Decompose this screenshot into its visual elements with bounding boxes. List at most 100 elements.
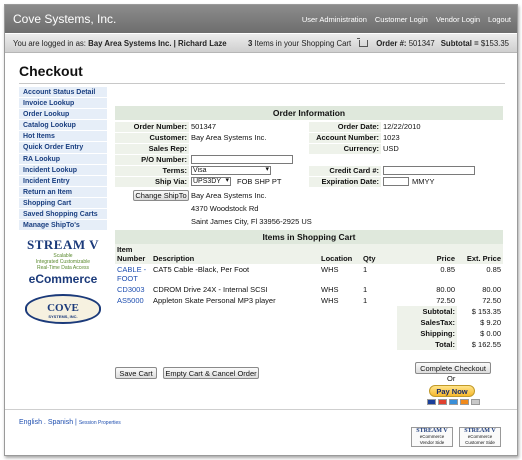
sidebar-item-incident-lookup[interactable]: Incident Lookup <box>19 164 107 176</box>
save-cart-button[interactable]: Save Cart <box>115 367 157 379</box>
credit-card-label: Credit Card #: <box>309 166 381 176</box>
order-information-header: Order Information <box>115 106 503 120</box>
shopping-cart-icon[interactable] <box>357 38 369 47</box>
title-divider <box>19 83 505 84</box>
po-number-label: P/O Number: <box>115 155 189 165</box>
sidebar-item-account-status-detail[interactable]: Account Status Detail <box>19 87 107 99</box>
spanish-link[interactable]: Spanish <box>48 419 73 426</box>
shipping-row: Shipping: $ 0.00 <box>115 328 503 339</box>
vendor-badge-role: Vendor Side <box>419 440 445 445</box>
or-text: Or <box>447 374 456 383</box>
sidebar-item-order-lookup[interactable]: Order Lookup <box>19 109 107 121</box>
sidebar-item-hot-items[interactable]: Hot Items <box>19 131 107 143</box>
item-qty: 1 <box>363 265 368 274</box>
login-status: You are logged in as: Bay Area Systems I… <box>13 39 227 48</box>
nav-logout[interactable]: Logout <box>488 15 511 24</box>
sidebar-item-return-an-item[interactable]: Return an Item <box>19 186 107 198</box>
order-number-label: Order #: <box>376 39 407 48</box>
logged-in-prefix: You are logged in as: <box>13 39 86 48</box>
stream-v-tagline-3: Real-Time Data Access <box>36 265 90 272</box>
table-row: AS5000 Appleton Skate Personal MP3 playe… <box>115 295 503 306</box>
empty-cart-button[interactable]: Empty Cart & Cancel Order <box>163 367 259 379</box>
item-location: WHS <box>321 296 339 305</box>
change-shipto-button[interactable]: Change ShipTo <box>133 190 189 201</box>
english-link[interactable]: English <box>19 419 42 426</box>
col-price: Price <box>397 244 457 264</box>
cart-text[interactable]: Items in your Shopping Cart <box>255 39 352 48</box>
item-description: CAT5 Cable -Black, Per Foot <box>153 265 250 274</box>
credit-card-input[interactable] <box>383 166 475 175</box>
item-number-link[interactable]: AS5000 <box>115 295 151 306</box>
cart-header: Items in Shopping Cart <box>115 230 503 244</box>
customer-side-badge[interactable]: STREAM V eCommerce Customer Side <box>459 427 501 447</box>
nav-customer-login[interactable]: Customer Login <box>375 15 428 24</box>
customer-name: Bay Area Systems Inc. <box>191 133 267 142</box>
footer-divider <box>5 409 517 410</box>
table-row: CABLE - FOOT CAT5 Cable -Black, Per Foot… <box>115 264 503 284</box>
discover-icon <box>460 399 469 405</box>
visa-icon <box>427 399 436 405</box>
stream-v-title: STREAM V <box>26 237 100 253</box>
cart-summary: 3 Items in your Shopping Cart Order #: 5… <box>248 38 509 48</box>
subtotal-total-label: Subtotal: <box>397 306 457 317</box>
sidebar-item-shopping-cart[interactable]: Shopping Cart <box>19 197 107 210</box>
subtotal-label: Subtotal = <box>440 39 479 48</box>
total-row: Total: $ 162.55 <box>115 339 503 350</box>
shipping-value: $ 0.00 <box>457 328 503 339</box>
footer-links: English . Spanish | Session Properties <box>19 419 121 426</box>
salestax-value: $ 9.20 <box>457 317 503 328</box>
brand-name: Cove Systems, Inc. <box>13 12 117 26</box>
session-properties-link[interactable]: Session Properties <box>79 420 121 426</box>
pay-now-button[interactable]: Pay Now <box>429 385 475 397</box>
item-number-link[interactable]: CD3003 <box>115 284 151 295</box>
top-bar: Cove Systems, Inc. User Administration C… <box>5 5 517 33</box>
order-number-value: 501347 <box>408 39 435 48</box>
sidebar-item-ra-lookup[interactable]: RA Lookup <box>19 153 107 165</box>
amex-icon <box>449 399 458 405</box>
sidebar-item-incident-entry[interactable]: Incident Entry <box>19 175 107 187</box>
customer-label: Customer: <box>115 133 189 143</box>
customer-badge-sub: eCommerce <box>467 434 493 439</box>
sales-rep-label: Sales Rep: <box>115 144 189 154</box>
col-ext-price: Ext. Price <box>457 244 503 264</box>
terms-select[interactable]: Visa <box>191 166 271 175</box>
ship-via-label: Ship Via: <box>115 177 189 187</box>
account-number-label: Account Number: <box>309 133 381 143</box>
currency-label: Currency: <box>309 144 381 154</box>
item-ext-price: 0.85 <box>486 265 501 274</box>
shipping-label: Shipping: <box>397 328 457 339</box>
expiration-format: MMYY <box>412 177 435 186</box>
checkout-main: Order Information Order Number: 501347 O… <box>115 106 503 350</box>
page-title: Checkout <box>19 63 83 79</box>
sidebar-item-catalog-lookup[interactable]: Catalog Lookup <box>19 120 107 132</box>
complete-checkout-button[interactable]: Complete Checkout <box>415 362 491 374</box>
ship-via-select[interactable]: UPS3DY <box>191 177 231 186</box>
sidebar-item-invoice-lookup[interactable]: Invoice Lookup <box>19 98 107 110</box>
expiration-date-label: Expiration Date: <box>309 177 381 187</box>
order-number-label: Order Number: <box>115 122 189 132</box>
nav-user-administration[interactable]: User Administration <box>302 15 367 24</box>
shipto-line-1: Bay Area Systems Inc. <box>191 191 267 200</box>
subtotal-value: $153.35 <box>480 39 509 48</box>
vendor-side-badge[interactable]: STREAM V eCommerce Vendor Side <box>411 427 453 447</box>
order-information-form: Order Number: 501347 Order Date: 12/22/2… <box>115 120 503 228</box>
subtotal-row: Subtotal: $ 153.35 <box>115 306 503 317</box>
terms-label: Terms: <box>115 166 189 176</box>
sidebar-item-saved-shopping-carts[interactable]: Saved Shopping Carts <box>19 209 107 221</box>
sidebar-item-quick-order-entry[interactable]: Quick Order Entry <box>19 142 107 154</box>
shipto-line-2: 4370 Woodstock Rd <box>191 204 259 213</box>
customer-badge-role: Customer Side <box>465 440 495 445</box>
browser-frame: Cove Systems, Inc. User Administration C… <box>4 4 518 456</box>
po-number-input[interactable] <box>191 155 293 164</box>
sidebar-item-manage-shiptos[interactable]: Manage ShipTo's <box>19 220 107 232</box>
nav-vendor-login[interactable]: Vendor Login <box>436 15 480 24</box>
col-item-number: Item Number <box>115 244 151 264</box>
item-price: 72.50 <box>436 296 455 305</box>
expiration-date-input[interactable] <box>383 177 409 186</box>
item-number-link[interactable]: CABLE - FOOT <box>115 264 151 284</box>
col-location: Location <box>319 244 361 264</box>
order-date: 12/22/2010 <box>383 122 421 131</box>
cart-count: 3 <box>248 39 253 48</box>
col-qty: Qty <box>361 244 397 264</box>
order-date-label: Order Date: <box>309 122 381 132</box>
